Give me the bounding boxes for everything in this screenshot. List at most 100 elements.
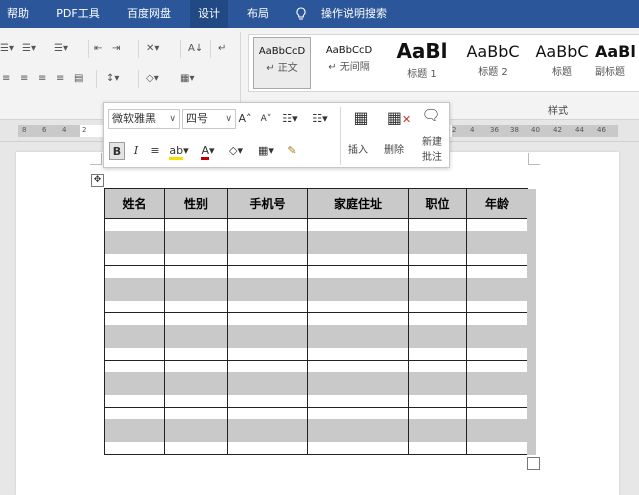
table-header-row: 姓名 性别 手机号 家庭住址 职位 年龄 bbox=[104, 188, 528, 219]
table-cell[interactable] bbox=[307, 359, 409, 408]
header-cell-position[interactable]: 职位 bbox=[408, 188, 467, 219]
table-cell[interactable] bbox=[466, 312, 528, 361]
new-comment-label[interactable]: 批注 bbox=[422, 148, 442, 163]
grow-font-icon[interactable]: A˄ bbox=[238, 110, 252, 128]
table-cell[interactable] bbox=[466, 406, 528, 456]
table-cell[interactable] bbox=[227, 406, 308, 456]
ruler-number: 4 bbox=[62, 126, 67, 134]
table-cell[interactable] bbox=[164, 217, 228, 267]
justify-icon[interactable]: ≡ bbox=[56, 72, 64, 86]
shading-icon[interactable]: ◇▾ bbox=[224, 142, 248, 160]
ruler-number: 40 bbox=[531, 126, 540, 134]
center-align-icon[interactable]: ≡ bbox=[148, 142, 162, 160]
delete-label[interactable]: 删除 bbox=[384, 141, 404, 156]
distributed-icon[interactable]: ▤ bbox=[74, 72, 83, 86]
numbering-icon[interactable]: ☷▾ bbox=[308, 110, 332, 128]
tell-me-search[interactable]: 操作说明搜索 bbox=[314, 0, 394, 28]
table-cell[interactable] bbox=[408, 217, 467, 267]
table-cell[interactable] bbox=[164, 359, 228, 408]
table-cell[interactable] bbox=[307, 406, 409, 456]
insert-label[interactable]: 插入 bbox=[348, 141, 368, 156]
table-cell[interactable] bbox=[307, 312, 409, 361]
table-cell[interactable] bbox=[408, 359, 467, 408]
shading-icon[interactable]: ◇▾ bbox=[146, 72, 159, 86]
font-size-dropdown[interactable]: 四号 ∨ bbox=[182, 109, 236, 129]
table-cell[interactable] bbox=[408, 406, 467, 456]
table-cell[interactable] bbox=[227, 217, 308, 267]
font-color-icon[interactable]: A▾ bbox=[196, 142, 220, 160]
table-move-handle[interactable]: ✥ bbox=[91, 174, 104, 187]
align-left-icon[interactable]: ≡ bbox=[2, 72, 10, 86]
line-spacing-icon[interactable]: ↕▾ bbox=[106, 72, 119, 86]
style-no-spacing[interactable]: AaBbCcD ↵ 无间隔 bbox=[317, 37, 381, 89]
ruler-number: 44 bbox=[575, 126, 584, 134]
table-cell[interactable] bbox=[307, 217, 409, 267]
multilevel-list-icon[interactable]: ☰▾ bbox=[54, 42, 68, 56]
table-resize-handle[interactable] bbox=[527, 457, 540, 470]
table-row bbox=[104, 359, 528, 408]
style-heading-1[interactable]: AaBl 标题 1 bbox=[389, 37, 455, 89]
table-cell[interactable] bbox=[227, 265, 308, 314]
table-cell[interactable] bbox=[164, 406, 228, 456]
new-comment-icon[interactable]: 🗨 bbox=[420, 106, 442, 124]
tab-baidu-netdisk[interactable]: 百度网盘 bbox=[120, 0, 178, 28]
bold-button[interactable]: B bbox=[109, 142, 125, 160]
table-cell[interactable] bbox=[104, 406, 165, 456]
tab-help[interactable]: 帮助 bbox=[0, 0, 36, 28]
tab-design[interactable]: 设计 bbox=[190, 0, 228, 28]
styles-group-label: 样式 bbox=[548, 106, 568, 117]
tab-layout[interactable]: 布局 bbox=[238, 0, 278, 28]
table-cell[interactable] bbox=[466, 217, 528, 267]
header-cell-address[interactable]: 家庭住址 bbox=[307, 188, 409, 219]
table-cell[interactable] bbox=[104, 265, 165, 314]
table-cell[interactable] bbox=[408, 265, 467, 314]
style-heading-2[interactable]: AaBbC 标题 2 bbox=[459, 37, 527, 89]
highlight-color-icon[interactable]: ab▾ bbox=[166, 142, 192, 160]
chinese-layout-icon[interactable]: ✕▾ bbox=[146, 42, 159, 56]
chevron-down-icon: ∨ bbox=[169, 114, 176, 124]
italic-button[interactable]: I bbox=[130, 142, 142, 160]
borders-icon[interactable]: ▦▾ bbox=[252, 142, 280, 160]
margin-corner-mark bbox=[90, 153, 102, 165]
table-cell[interactable] bbox=[227, 312, 308, 361]
table-cell[interactable] bbox=[408, 312, 467, 361]
header-cell-gender[interactable]: 性别 bbox=[164, 188, 228, 219]
table-cell[interactable] bbox=[307, 265, 409, 314]
document-table[interactable]: 姓名 性别 手机号 家庭住址 职位 年龄 bbox=[104, 188, 528, 456]
numbering-icon[interactable]: ☰▾ bbox=[22, 42, 36, 56]
table-cell[interactable] bbox=[104, 217, 165, 267]
lightbulb-icon[interactable] bbox=[294, 7, 308, 21]
borders-icon[interactable]: ▦▾ bbox=[180, 72, 194, 86]
ruler-number: 2 bbox=[82, 126, 87, 134]
increase-indent-icon[interactable]: ⇥ bbox=[112, 42, 120, 56]
header-cell-phone[interactable]: 手机号 bbox=[227, 188, 308, 219]
show-paragraph-marks-icon[interactable]: ↵ bbox=[218, 42, 226, 56]
bullets-icon[interactable]: ☷▾ bbox=[278, 110, 302, 128]
font-name-dropdown[interactable]: 微软雅黑 ∨ bbox=[108, 109, 180, 129]
table-cell[interactable] bbox=[104, 359, 165, 408]
decrease-indent-icon[interactable]: ⇤ bbox=[94, 42, 102, 56]
align-right-icon[interactable]: ≡ bbox=[38, 72, 46, 86]
table-row bbox=[104, 406, 528, 456]
bullets-icon[interactable]: ☰▾ bbox=[0, 42, 14, 56]
shrink-font-icon[interactable]: A˅ bbox=[259, 110, 273, 128]
table-cell[interactable] bbox=[466, 359, 528, 408]
style-subtitle[interactable]: AaBl 副标题 bbox=[595, 37, 639, 89]
table-cell[interactable] bbox=[466, 265, 528, 314]
style-title[interactable]: AaBbC 标题 bbox=[531, 37, 593, 89]
new-comment-label[interactable]: 新建 bbox=[422, 133, 442, 148]
format-painter-icon[interactable]: ✎ bbox=[284, 142, 300, 160]
table-cell[interactable] bbox=[164, 312, 228, 361]
header-cell-age[interactable]: 年龄 bbox=[466, 188, 528, 219]
align-center-icon[interactable]: ≡ bbox=[20, 72, 28, 86]
delete-table-icon[interactable]: ▦✕ bbox=[384, 109, 414, 127]
table-cell[interactable] bbox=[104, 312, 165, 361]
table-cell[interactable] bbox=[227, 359, 308, 408]
sort-icon[interactable]: A↓ bbox=[188, 42, 203, 56]
table-cell[interactable] bbox=[164, 265, 228, 314]
insert-table-icon[interactable]: ▦ bbox=[346, 109, 376, 127]
tab-pdf-tools[interactable]: PDF工具 bbox=[50, 0, 106, 28]
header-cell-name[interactable]: 姓名 bbox=[104, 188, 165, 219]
table-row bbox=[104, 265, 528, 314]
style-normal[interactable]: AaBbCcD ↵ 正文 bbox=[253, 37, 311, 89]
